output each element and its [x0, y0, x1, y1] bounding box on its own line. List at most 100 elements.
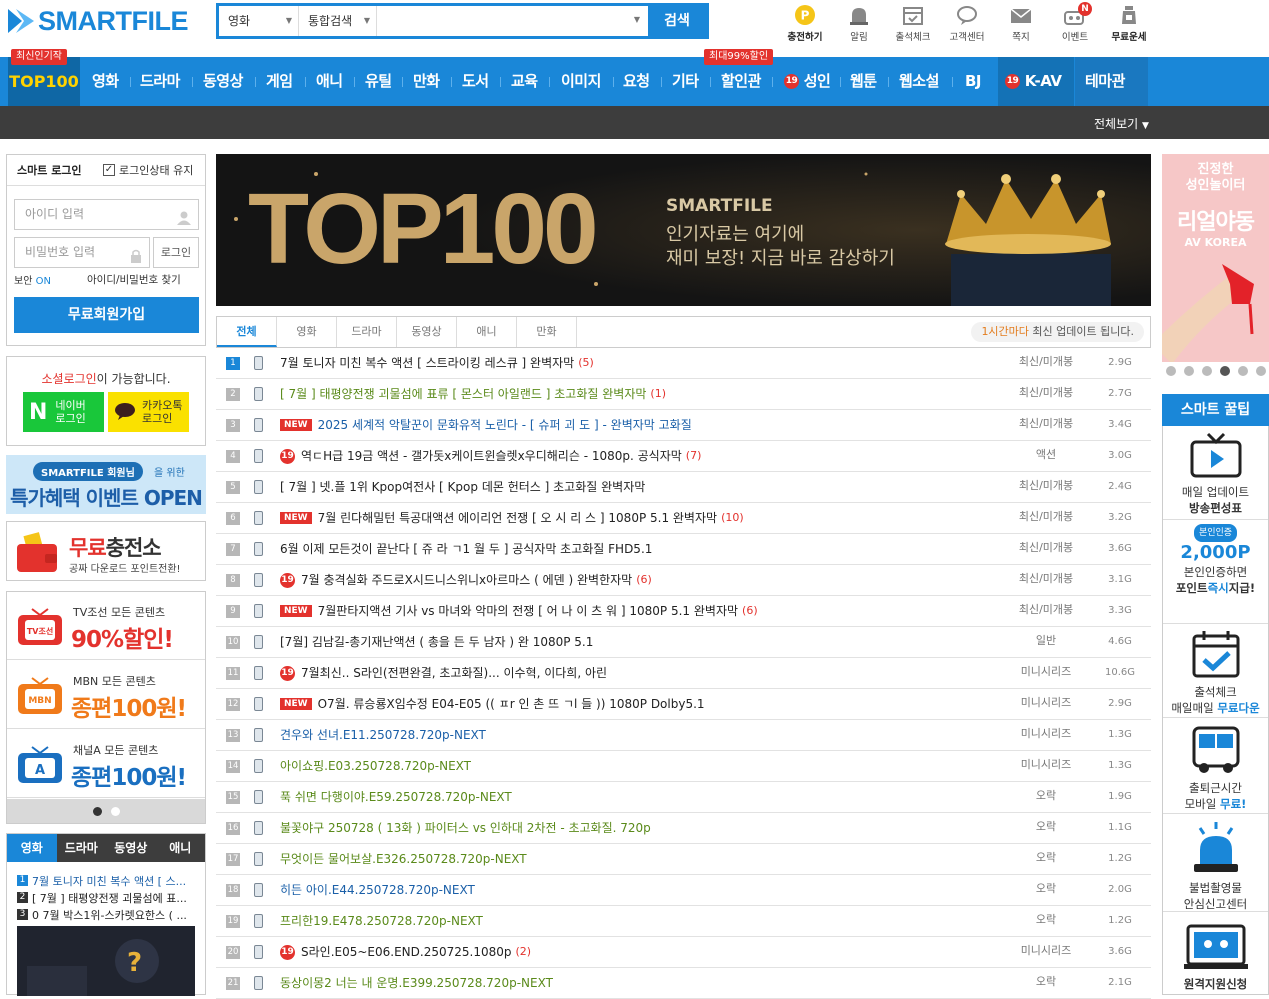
login-button[interactable]: 로그인	[153, 237, 199, 268]
row-title[interactable]: 푹 쉬면 다행이야.E59.250728.720p-NEXT	[280, 782, 512, 812]
list-row[interactable]: 3 NEW 2025 세계적 악탈꾼이 문화유적 노린다 - [ 슈퍼 괴 도 ] …	[216, 410, 1151, 441]
row-title[interactable]: 19 S라인.E05~E06.END.250725.1080p (2)	[280, 937, 531, 967]
pager-dot[interactable]	[1238, 366, 1248, 376]
list-row[interactable]: 2 [ 7월 ] 태평양전쟁 괴물섬에 표류 [ 몬스터 아일랜드 ] 초고화질 …	[216, 379, 1151, 410]
nav-item-webtoon[interactable]: 웹툰	[850, 57, 877, 106]
list-row[interactable]: 7 6월 이제 모든것이 끝난다 [ 쥬 라 ㄱ1 월 두 ] 공식자막 초고화질…	[216, 534, 1151, 565]
row-title[interactable]: 히든 아이.E44.250728.720p-NEXT	[280, 875, 475, 905]
mbn-banner[interactable]: MBN MBN 모든 콘텐츠 종편100원!	[7, 661, 205, 729]
nav-item-etc[interactable]: 기타	[672, 57, 699, 106]
search-category-select[interactable]: 영화 ▼	[219, 6, 299, 36]
chevron-down-icon[interactable]: ▼	[634, 15, 640, 24]
quick-link-event[interactable]: N 이벤트	[1048, 2, 1102, 48]
side-rank-item[interactable]: 1 7월 토니자 미친 복수 액션 [ 스...	[17, 872, 202, 889]
search-input[interactable]: ▼	[377, 6, 648, 36]
list-tab-all[interactable]: 전체	[217, 317, 277, 347]
row-title[interactable]: 견우와 선녀.E11.250728.720p-NEXT	[280, 720, 486, 750]
tvchosun-banner[interactable]: TV조선 TV조선 모든 콘텐츠 90%할인!	[7, 592, 205, 660]
side-tab-video[interactable]: 동영상	[106, 834, 156, 862]
nav-item-webnovel[interactable]: 웹소설	[899, 57, 939, 106]
search-button[interactable]: 검색	[648, 6, 706, 36]
list-tab-movie[interactable]: 영화	[277, 317, 337, 347]
adult-ad-banner[interactable]: 진정한 성인놀이터 리얼야동 AV KOREA	[1162, 154, 1269, 362]
kakao-login-button[interactable]: 카카오톡 로그인	[108, 392, 189, 432]
side-tab-anime[interactable]: 애니	[156, 834, 206, 862]
row-title[interactable]: NEW 7월 린다해밀턴 특공대액션 에이리언 전쟁 [ 오 시 리 스 ] 10…	[280, 503, 744, 533]
row-title[interactable]: 아이쇼핑.E03.250728.720p-NEXT	[280, 751, 471, 781]
signup-button[interactable]: 무료회원가입	[14, 297, 199, 333]
side-rank-item[interactable]: 2[ 7월 ] 태평양전쟁 괴물섬에 표...	[17, 889, 202, 906]
side-tab-drama[interactable]: 드라마	[57, 834, 107, 862]
list-tab-drama[interactable]: 드라마	[337, 317, 397, 347]
row-title[interactable]: 19 역ㄷH급 19금 액션 - 갤가돗x케이트윈슬렛x우디해리슨 - 1080p…	[280, 441, 701, 471]
nav-item-bj[interactable]: BJ	[965, 57, 982, 106]
tip-report-center[interactable]: 불법촬영물 안심신고센터	[1163, 814, 1268, 912]
list-row[interactable]: 19 프리한19.E478.250728.720p-NEXT 오락 1.2G	[216, 906, 1151, 937]
pager-dot[interactable]	[1202, 366, 1212, 376]
list-row[interactable]: 12 NEW O7월. 류승룡X임수정 E04-E05 (( ㅍr 인 촌 뜨 ㄱl…	[216, 689, 1151, 720]
pager-dot[interactable]	[1184, 366, 1194, 376]
row-title[interactable]: [ 7월 ] 넷.플 1위 Kpop여전사 [ Kpop 데몬 헌터스 ] 초고…	[280, 472, 645, 502]
free-charge-banner[interactable]: 무료충전소 공짜 다운로드 포인트전환!	[6, 521, 206, 581]
nav-item-comic[interactable]: 만화	[413, 57, 440, 106]
tip-verify-points[interactable]: 본인인증 2,000P 본인인증하면 포인트즉시지급!	[1163, 520, 1268, 624]
list-row[interactable]: 8 19 7월 충격실화 주드로X시드니스위니x아르마스 ( 에덴 ) 완벽한자막(…	[216, 565, 1151, 596]
nav-item-game[interactable]: 게임	[266, 57, 293, 106]
row-title[interactable]: 동상이몽2 너는 내 운명.E399.250728.720p-NEXT	[280, 968, 553, 998]
nav-item-adult[interactable]: 19 성인	[784, 57, 831, 106]
nav-item-kav[interactable]: 19 K-AV	[1005, 57, 1062, 106]
nav-item-book[interactable]: 도서	[462, 57, 489, 106]
nav-item-edu[interactable]: 교육	[511, 57, 538, 106]
pager-dot-active[interactable]	[93, 807, 102, 816]
list-row[interactable]: 13 견우와 선녀.E11.250728.720p-NEXT 미니시리즈 1.3G	[216, 720, 1151, 751]
row-title[interactable]: 19 7월최신.. S라인(전편완결, 초고화질)... 이수혁, 이다희, 아린	[280, 658, 607, 688]
list-row[interactable]: 18 히든 아이.E44.250728.720p-NEXT 오락 2.0G	[216, 875, 1151, 906]
pager-dot[interactable]	[1166, 366, 1176, 376]
pager-dot[interactable]	[111, 807, 120, 816]
row-title[interactable]: NEW 7월판타지액션 기사 vs 마녀와 악마의 전쟁 [ 어 나 이 츠 워 …	[280, 596, 758, 626]
quick-link-message[interactable]: 쪽지	[994, 2, 1048, 48]
side-rank-thumbnail[interactable]: ?	[17, 926, 195, 996]
pager-dot-active[interactable]	[1220, 366, 1230, 376]
tip-attendance[interactable]: 출석체크 매일매일 무료다운	[1163, 624, 1268, 718]
quick-link-attendance[interactable]: 출석체크	[886, 2, 940, 48]
tip-mobile-free[interactable]: 출퇴근시간 모바일 무료!	[1163, 718, 1268, 814]
list-row[interactable]: 1 7월 토니자 미친 복수 액션 [ 스트라이킹 레스큐 ] 완벽자막 (5) 최신…	[216, 348, 1151, 379]
nav-item-anime[interactable]: 애니	[316, 57, 343, 106]
row-title[interactable]: NEW 2025 세계적 악탈꾼이 문화유적 노린다 - [ 슈퍼 괴 도 ] -…	[280, 410, 692, 440]
pager-dot[interactable]	[1256, 366, 1266, 376]
nav-item-request[interactable]: 요청	[623, 57, 650, 106]
list-row[interactable]: 15 푹 쉬면 다행이야.E59.250728.720p-NEXT 오락 1.9G	[216, 782, 1151, 813]
side-tab-movie[interactable]: 영화	[7, 834, 57, 862]
security-toggle[interactable]: 보안 ON	[14, 272, 51, 287]
list-tab-video[interactable]: 동영상	[397, 317, 457, 347]
nav-item-drama[interactable]: 드라마	[140, 57, 180, 106]
list-row[interactable]: 4 19 역ㄷH급 19금 액션 - 갤가돗x케이트윈슬렛x우디해리슨 - 1080…	[216, 441, 1151, 472]
side-rank-item[interactable]: 30 7월 박스1위-스카렛요한스 ( ...	[17, 906, 202, 923]
nav-item-image[interactable]: 이미지	[561, 57, 601, 106]
password-field[interactable]: 비밀번호 입력	[14, 237, 150, 268]
list-row[interactable]: 5 [ 7월 ] 넷.플 1위 Kpop여전사 [ Kpop 데몬 헌터스 ] 초…	[216, 472, 1151, 503]
nav-item-theme[interactable]: 테마관	[1085, 57, 1125, 106]
list-row[interactable]: 21 동상이몽2 너는 내 운명.E399.250728.720p-NEXT 오락 2…	[216, 968, 1151, 999]
search-scope-select[interactable]: 통합검색 ▼	[299, 6, 377, 36]
list-row[interactable]: 9 NEW 7월판타지액션 기사 vs 마녀와 악마의 전쟁 [ 어 나 이 츠 워…	[216, 596, 1151, 627]
list-row[interactable]: 6 NEW 7월 린다해밀턴 특공대액션 에이리언 전쟁 [ 오 시 리 스 ] 1…	[216, 503, 1151, 534]
row-title[interactable]: 6월 이제 모든것이 끝난다 [ 쥬 라 ㄱ1 월 두 ] 공식자막 초고화질 …	[280, 534, 652, 564]
row-title[interactable]: [7월] 김남길-총기재난액션 ( 총을 든 두 남자 ) 완 1080P 5.…	[280, 627, 593, 657]
event-banner[interactable]: SMARTFILE 회원님 을 위한 특가혜택 이벤트 OPEN	[6, 455, 206, 514]
nav-item-util[interactable]: 유틸	[365, 57, 392, 106]
list-row[interactable]: 16 불꽃야구 250728 ( 13화 ) 파이터스 vs 인하대 2차전 - …	[216, 813, 1151, 844]
row-title[interactable]: 프리한19.E478.250728.720p-NEXT	[280, 906, 483, 936]
quick-link-fortune[interactable]: 무료운세	[1102, 2, 1156, 48]
list-row[interactable]: 10 [7월] 김남길-총기재난액션 ( 총을 든 두 남자 ) 완 1080P …	[216, 627, 1151, 658]
row-title[interactable]: 19 7월 충격실화 주드로X시드니스위니x아르마스 ( 에덴 ) 완벽한자막 (6…	[280, 565, 652, 595]
id-field[interactable]: 아이디 입력	[14, 199, 199, 230]
smartfile-logo[interactable]: SMARTFILE	[8, 6, 208, 36]
row-title[interactable]: 7월 토니자 미친 복수 액션 [ 스트라이킹 레스큐 ] 완벽자막 (5)	[280, 348, 594, 378]
nav-item-video[interactable]: 동영상	[203, 57, 243, 106]
top100-hero-banner[interactable]: TOP100 SMARTFILE 인기자료는 여기에 재미 보장! 지금 바로 …	[216, 154, 1151, 306]
list-row[interactable]: 14 아이쇼핑.E03.250728.720p-NEXT 미니시리즈 1.3G	[216, 751, 1151, 782]
find-account-link[interactable]: 아이디/비밀번호 찾기	[87, 272, 181, 287]
quick-link-support[interactable]: 고객센터	[940, 2, 994, 48]
